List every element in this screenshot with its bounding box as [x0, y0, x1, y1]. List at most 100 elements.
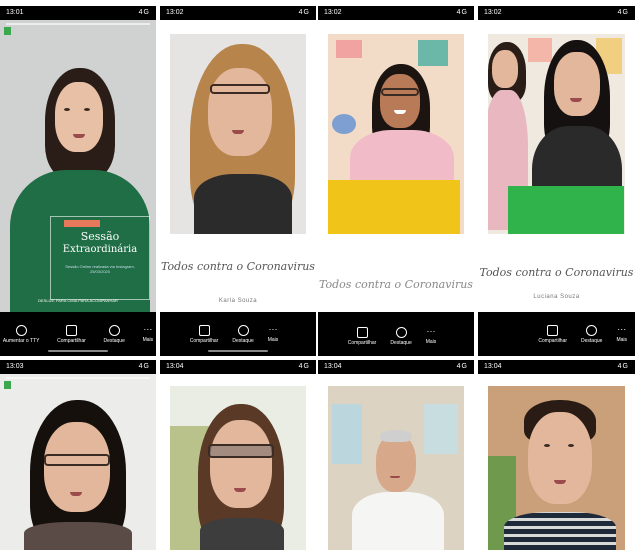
story-photo — [170, 34, 306, 234]
share-button[interactable]: Compartilhar — [189, 324, 219, 344]
action-label: Destaque — [103, 337, 125, 344]
story-content[interactable] — [318, 374, 474, 550]
swipe-up-cta[interactable]: DESLIZE PARA CIMA PARA ACOMPANHAR — [8, 298, 148, 303]
story-panel-1: 13:01 4G Sessão Extraordinária Sessão On… — [0, 6, 156, 356]
signal-indicator: 4G — [138, 9, 150, 16]
person-body — [504, 512, 616, 550]
more-button[interactable]: ··· Mais — [143, 324, 154, 343]
share-icon — [65, 324, 77, 336]
title-frame — [50, 216, 150, 300]
highlight-icon — [108, 324, 120, 336]
person-body — [24, 522, 132, 550]
story-content[interactable] — [478, 374, 635, 550]
story-frame — [328, 386, 464, 550]
story-panel-4: 13:02 4G Todos contra o Coronavirus Luci… — [478, 6, 635, 356]
yellow-box — [328, 180, 460, 234]
story-photo — [488, 34, 625, 234]
story-progress-bar — [6, 23, 150, 25]
story-panel-6: 13:04 4G — [160, 360, 316, 550]
share-icon — [198, 324, 210, 336]
window — [424, 404, 458, 454]
eye — [568, 444, 574, 447]
status-time: 13:04 — [166, 363, 184, 370]
share-button[interactable]: Compartilhar — [347, 326, 377, 346]
share-button[interactable]: Compartilhar — [538, 324, 567, 344]
action-label: Aumentar o TTY — [2, 337, 40, 344]
person-face — [44, 422, 110, 512]
glasses — [44, 454, 110, 466]
more-icon: ··· — [426, 325, 436, 336]
script-caption: Todos contra o Coronavirus — [319, 278, 473, 291]
share-button[interactable]: Compartilhar — [57, 324, 86, 344]
story-panel-8: 13:04 4G — [478, 360, 635, 550]
credit-name: Luciana Souza — [533, 294, 580, 300]
profile-icon — [4, 27, 11, 35]
status-bar: 13:01 4G — [0, 6, 156, 20]
more-button[interactable]: ··· Mais — [268, 323, 279, 343]
person-face — [208, 68, 272, 156]
status-time: 13:03 — [6, 363, 24, 370]
more-icon: ··· — [617, 323, 627, 334]
boost-button[interactable]: Aumentar o TTY — [2, 324, 40, 344]
signal-indicator: 4G — [617, 9, 629, 16]
person-face — [528, 412, 592, 504]
story-panel-5: 13:03 4G — [0, 360, 156, 550]
story-frame — [488, 386, 625, 550]
status-time: 13:01 — [6, 9, 24, 16]
sunglasses — [208, 444, 274, 458]
person-body — [194, 174, 292, 234]
action-bar: Compartilhar Destaque ··· Mais — [318, 316, 474, 356]
person-body — [200, 518, 284, 550]
story-content[interactable] — [160, 374, 316, 550]
wall-poster — [528, 38, 552, 62]
share-icon — [547, 324, 559, 336]
status-bar: 13:02 4G — [478, 6, 635, 20]
more-button[interactable]: ··· Mais — [616, 323, 627, 343]
eye — [64, 108, 70, 111]
story-content[interactable] — [0, 374, 156, 550]
status-bar: 13:02 4G — [318, 6, 474, 20]
signal-indicator: 4G — [138, 363, 150, 370]
subtitle: Sessão Online realizada via Instagram, 2… — [65, 264, 135, 274]
highlight-button[interactable]: Destaque — [232, 324, 254, 344]
share-icon — [356, 326, 368, 338]
green-box — [508, 186, 624, 234]
title-big: Extraordinária — [62, 244, 138, 255]
story-card[interactable]: Todos contra o Coronavirus Luciana Souza — [478, 20, 635, 312]
status-time: 13:04 — [484, 363, 502, 370]
glasses — [210, 84, 270, 94]
person-body — [352, 492, 444, 550]
highlight-button[interactable]: Destaque — [103, 324, 125, 344]
story-content[interactable]: Sessão Extraordinária Sessão Online real… — [0, 20, 156, 312]
story-card[interactable]: Todos contra o Coronavirus — [318, 20, 474, 312]
action-label: Mais — [425, 338, 437, 345]
glasses — [381, 88, 419, 96]
action-label: Mais — [616, 336, 627, 343]
action-label: Compartilhar — [347, 339, 377, 346]
more-icon: ··· — [268, 323, 278, 334]
highlight-button[interactable]: Destaque — [581, 324, 603, 344]
credit-name: Karla Souza — [218, 298, 258, 304]
status-time: 13:02 — [484, 9, 502, 16]
highlight-icon — [237, 324, 249, 336]
action-label: Compartilhar — [189, 337, 219, 344]
highlight-icon — [395, 326, 407, 338]
more-button[interactable]: ··· Mais — [425, 325, 437, 345]
status-bar: 13:04 4G — [318, 360, 474, 374]
status-time: 13:02 — [166, 9, 184, 16]
signal-indicator: 4G — [456, 9, 468, 16]
status-bar: 13:04 4G — [478, 360, 635, 374]
story-card[interactable]: Todos contra o Coronavirus Karla Souza — [160, 20, 316, 312]
home-indicator — [48, 350, 108, 352]
person-face — [376, 434, 416, 492]
wifi-icon — [15, 324, 27, 336]
status-time: 13:04 — [324, 363, 342, 370]
story-photo — [328, 34, 464, 234]
action-label: Destaque — [581, 337, 603, 344]
action-label: Destaque — [390, 339, 412, 346]
story-panel-2: 13:02 4G Todos contra o Coronavirus Karl… — [160, 6, 316, 356]
highlight-button[interactable]: Destaque — [390, 326, 412, 346]
highlight-icon — [586, 324, 598, 336]
person-hair — [380, 430, 412, 442]
wall-poster — [336, 40, 362, 58]
